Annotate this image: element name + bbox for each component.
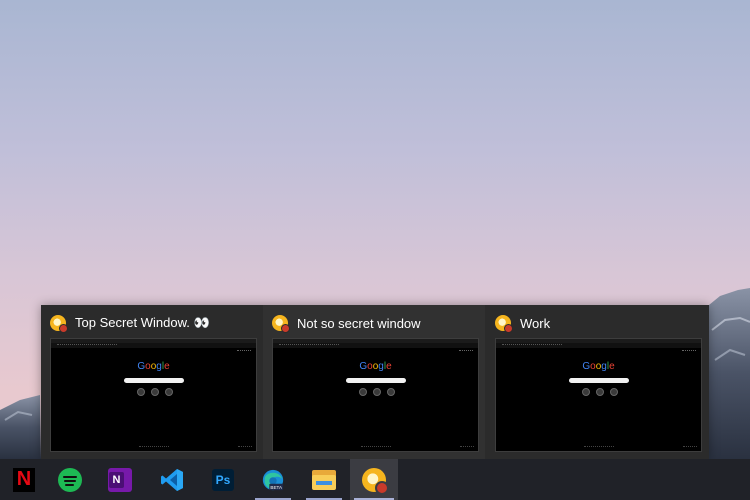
chrome-canary-icon [495,315,513,333]
taskbar-spotify[interactable] [46,459,94,500]
window-thumbnail-3[interactable]: Work Google [486,305,708,459]
taskbar-onenote[interactable]: N [96,459,144,500]
chrome-canary-icon [50,315,68,333]
taskbar-photoshop[interactable]: Ps [199,459,247,500]
taskbar-vscode[interactable] [148,459,196,500]
google-search-box [124,378,184,383]
shortcut-tiles [137,388,173,396]
window-preview[interactable]: Google [50,338,257,452]
thumbnail-header: Work [495,314,551,333]
window-title: Work [520,315,551,331]
thumbnail-header: Not so secret window [272,314,421,333]
window-thumbnail-2[interactable]: Not so secret window Google [263,305,485,459]
google-logo: Google [359,361,392,372]
window-thumbnail-1[interactable]: Top Secret Window. 👀 Google [41,305,263,459]
onenote-icon: N [108,467,132,492]
edge-beta-icon: BETA [262,469,284,490]
google-logo: Google [137,361,170,372]
taskbar-preview-flyout: Top Secret Window. 👀 Google Not so secre… [41,305,709,459]
svg-text:BETA: BETA [270,484,283,489]
window-title: Top Secret Window. 👀 [75,315,210,330]
taskbar-netflix[interactable]: N [0,459,48,500]
spotify-icon [58,467,82,492]
taskbar: N N Ps BETA [0,459,750,500]
taskbar-chrome-canary[interactable] [350,459,398,500]
google-logo: Google [582,361,615,372]
taskbar-file-explorer[interactable] [300,459,348,500]
google-search-box [569,378,629,383]
netflix-icon: N [13,467,35,492]
file-explorer-icon [312,469,336,490]
thumbnail-header: Top Secret Window. 👀 [50,314,210,333]
chrome-canary-icon [362,467,389,495]
window-preview[interactable]: Google [272,338,479,452]
photoshop-icon: Ps [212,468,234,491]
vscode-icon [161,468,183,491]
taskbar-edge-beta[interactable]: BETA [249,459,297,500]
shortcut-tiles [359,388,395,396]
google-search-box [346,378,406,383]
window-preview[interactable]: Google [495,338,702,452]
chrome-canary-icon [272,315,290,333]
shortcut-tiles [582,388,618,396]
window-title: Not so secret window [297,315,421,331]
